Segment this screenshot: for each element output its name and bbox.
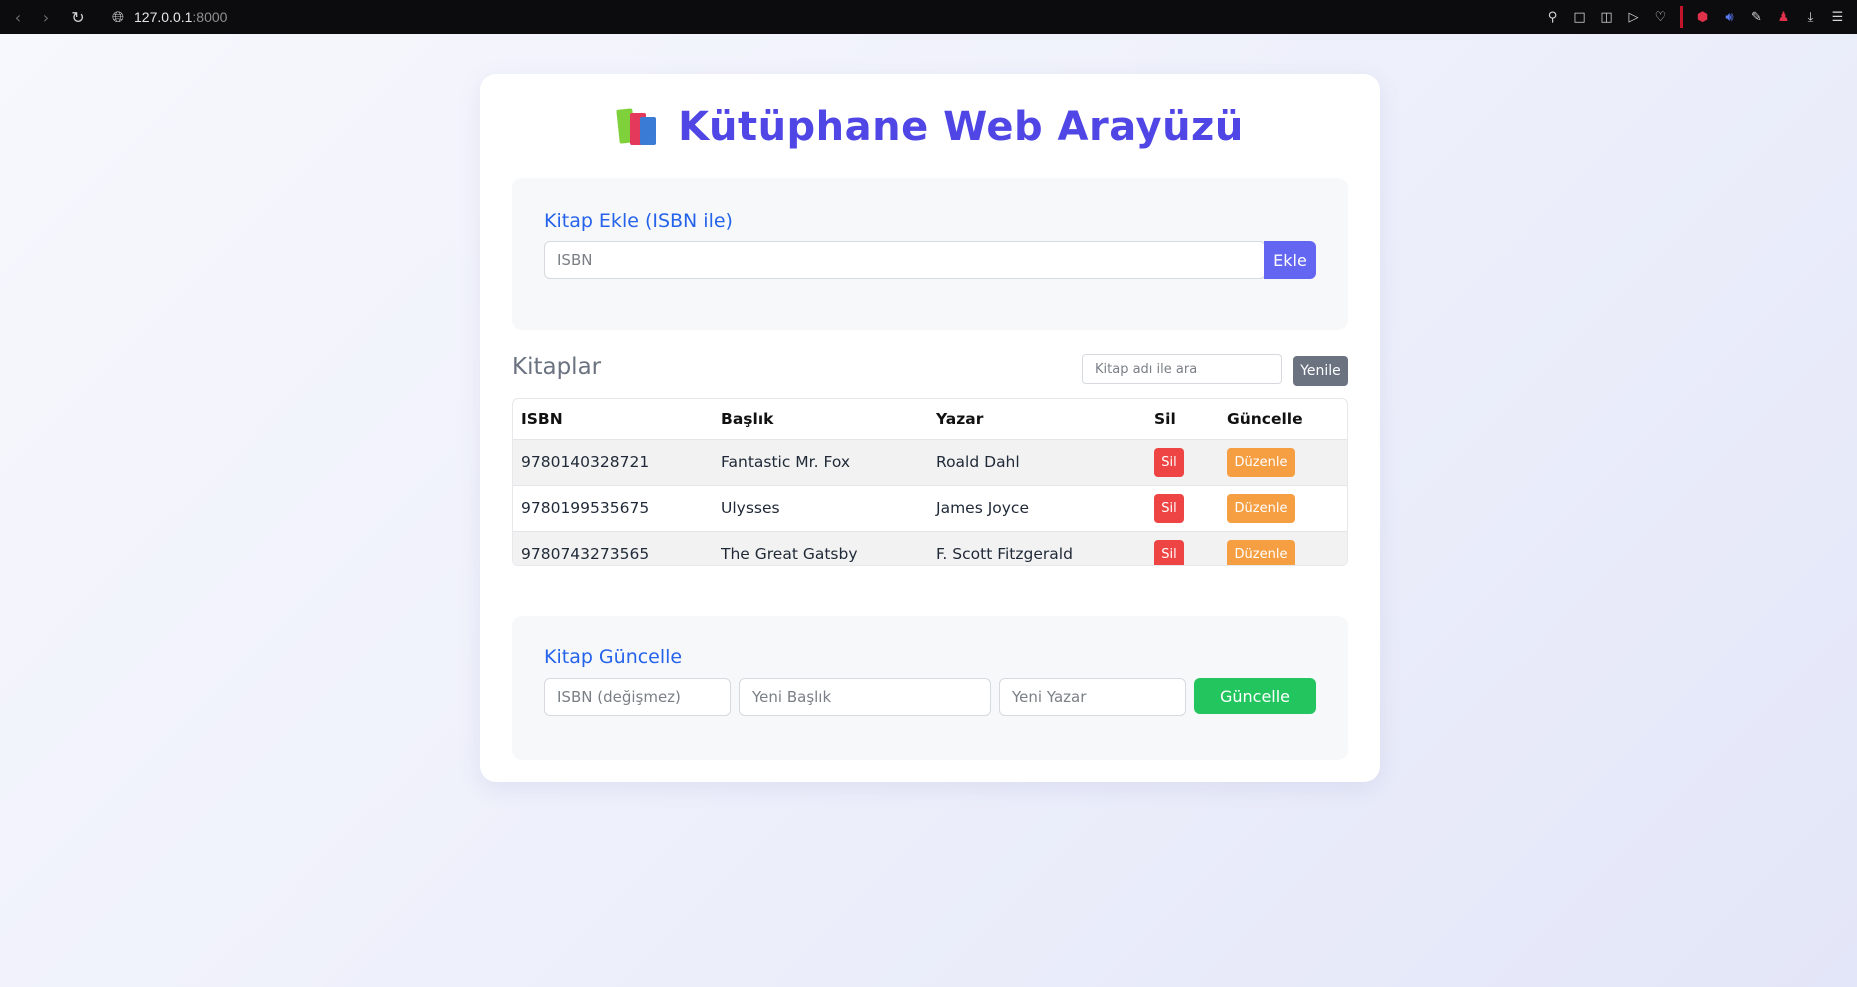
delete-button[interactable]: Sil [1154,447,1184,477]
menu-icon[interactable]: ☰ [1824,0,1851,34]
table-row: 9780743273565 The Great Gatsby F. Scott … [513,530,1347,565]
ublock-icon[interactable]: ⬢ [1689,0,1716,34]
update-isbn-input[interactable] [544,678,731,716]
update-button[interactable]: Güncelle [1194,678,1316,714]
cell-delete: Sil [1146,530,1219,565]
refresh-button[interactable]: Yenile [1293,356,1348,386]
cell-author: Roald Dahl [928,438,1146,485]
cell-isbn: 9780140328721 [513,438,713,485]
cell-edit: Düzenle [1219,530,1347,565]
cell-title: The Great Gatsby [713,530,928,565]
new-author-input[interactable] [999,678,1186,716]
edit-button[interactable]: Düzenle [1227,539,1295,565]
column-header-delete: Sil [1154,409,1176,428]
globe-icon: 🌐︎ [112,8,125,26]
screenshot-icon[interactable]: □ [1566,0,1593,34]
cell-isbn: 9780743273565 [513,530,713,565]
table-row: 9780140328721 Fantastic Mr. Fox Roald Da… [513,438,1347,485]
page-title: Kütüphane Web Arayüzü [678,104,1244,150]
download-icon[interactable]: ⤓ [1797,0,1824,34]
books-icon [616,107,660,147]
add-book-heading: Kitap Ekle (ISBN ile) [544,210,733,232]
update-book-panel: Kitap Güncelle Güncelle [512,616,1348,760]
cell-delete: Sil [1146,484,1219,531]
column-header-title: Başlık [721,409,774,428]
column-header-author: Yazar [936,409,984,428]
url-port: :8000 [192,9,228,25]
cell-title: Ulysses [713,484,928,531]
update-book-heading: Kitap Güncelle [544,646,683,668]
separator [1680,6,1683,28]
back-icon[interactable]: ‹ [4,0,32,34]
add-book-panel: Kitap Ekle (ISBN ile) Ekle [512,178,1348,330]
edit-button[interactable]: Düzenle [1227,493,1295,523]
heart-icon[interactable]: ♡ [1647,0,1674,34]
column-header-update: Güncelle [1227,409,1303,428]
cell-title: Fantastic Mr. Fox [713,438,928,485]
delete-button[interactable]: Sil [1154,493,1184,523]
address-bar[interactable]: 🌐︎ 127.0.0.1:8000 [112,8,227,26]
shield-icon[interactable]: ◫ [1593,0,1620,34]
delete-button[interactable]: Sil [1154,539,1184,565]
url-host: 127.0.0.1 [134,9,193,25]
forward-icon[interactable]: › [32,0,60,34]
play-icon[interactable]: ▷ [1620,0,1647,34]
edit-button[interactable]: Düzenle [1227,447,1295,477]
cell-edit: Düzenle [1219,438,1347,485]
search-input[interactable] [1082,354,1282,384]
table-row: 9780199535675 Ulysses James Joyce Sil Dü… [513,484,1347,531]
table-header-row: ISBN Başlık Yazar Sil Güncelle [513,399,1347,439]
books-table: ISBN Başlık Yazar Sil Güncelle 978014032… [512,398,1348,566]
cell-author: F. Scott Fitzgerald [928,530,1146,565]
cell-edit: Düzenle [1219,484,1347,531]
add-button[interactable]: Ekle [1264,241,1316,279]
cell-delete: Sil [1146,438,1219,485]
cell-isbn: 9780199535675 [513,484,713,531]
browser-toolbar: ‹ › ↻ 🌐︎ 127.0.0.1:8000 ⚲ □ ◫ ▷ ♡ ⬢ 🔊︎ ✎… [0,0,1857,34]
speaker-icon[interactable]: 🔊︎ [1716,0,1743,34]
column-header-isbn: ISBN [521,409,563,428]
pin-icon[interactable]: ⚲ [1539,0,1566,34]
puzzle-icon[interactable]: ✎ [1743,0,1770,34]
books-heading: Kitaplar [512,354,602,380]
main-card: Kütüphane Web Arayüzü Kitap Ekle (ISBN i… [480,74,1380,782]
new-title-input[interactable] [739,678,991,716]
extension-icons: ⚲ □ ◫ ▷ ♡ ⬢ 🔊︎ ✎ ♟ ⤓ ☰ [1539,0,1851,34]
profile-icon[interactable]: ♟ [1770,0,1797,34]
reload-icon[interactable]: ↻ [64,0,92,34]
isbn-input[interactable] [544,241,1266,279]
page-header: Kütüphane Web Arayüzü [480,104,1380,150]
cell-author: James Joyce [928,484,1146,531]
